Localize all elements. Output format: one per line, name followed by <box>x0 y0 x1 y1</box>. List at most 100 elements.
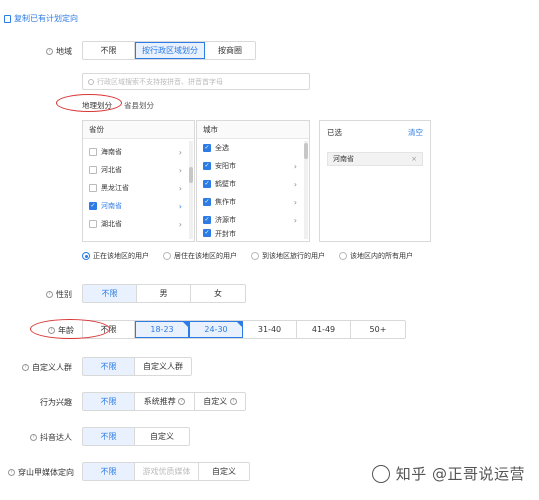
location-mode-traveling[interactable]: 到该地区旅行的用户 <box>251 251 325 261</box>
location-mode-resident[interactable]: 居住在该地区的用户 <box>163 251 237 261</box>
copy-plan-link[interactable]: 复制已有计划定向 <box>4 13 78 24</box>
checkbox-checked[interactable]: ✓ <box>203 198 211 206</box>
age-option-31-40[interactable]: 31-40 <box>243 321 297 338</box>
option-label: 按行政区域划分 <box>142 46 198 55</box>
option-label: 自定义 <box>212 467 236 476</box>
city-item[interactable]: ✓ 安阳市 › <box>197 157 309 175</box>
tab-province-county[interactable]: 省县划分 <box>124 100 154 111</box>
checkbox-checked[interactable]: ✓ <box>203 180 211 188</box>
gender-option-female[interactable]: 女 <box>191 285 245 302</box>
location-mode-all[interactable]: 该地区内的所有用户 <box>339 251 413 261</box>
radio[interactable] <box>251 252 259 260</box>
city-item[interactable]: ✓ 开封市 <box>197 229 309 239</box>
location-mode-in-area[interactable]: 正在该地区的用户 <box>82 251 149 261</box>
option-label: 男 <box>159 289 168 298</box>
city-item[interactable]: ✓ 焦作市 › <box>197 193 309 211</box>
city-scroll-thumb[interactable] <box>304 143 308 159</box>
checkbox[interactable] <box>89 148 97 156</box>
selected-tag-label: 河南省 <box>333 155 354 163</box>
region-option-by-business[interactable]: 按商圈 <box>205 42 255 59</box>
behavior-interest-option-custom[interactable]: 自定义 ? <box>195 393 245 410</box>
close-icon[interactable]: × <box>411 155 417 163</box>
radio-label: 到该地区旅行的用户 <box>262 252 325 260</box>
checkbox-checked[interactable]: ✓ <box>203 162 211 170</box>
province-label: 湖北省 <box>101 220 122 228</box>
custom-audience-options: 不限 自定义人群 <box>82 357 192 376</box>
option-label: 游戏优质媒体 <box>142 467 191 476</box>
clear-button[interactable]: 清空 <box>408 127 423 138</box>
behavior-interest-options: 不限 系统推荐 ? 自定义 ? <box>82 392 246 411</box>
city-item[interactable]: ✓ 济源市 › <box>197 211 309 229</box>
city-item-select-all[interactable]: ✓ 全选 <box>197 139 309 157</box>
province-item[interactable]: 海南省 › <box>83 143 194 161</box>
checkbox[interactable] <box>89 184 97 192</box>
region-search-input[interactable]: 行政区域搜索不支持按拼音、拼音首字母 <box>82 73 310 90</box>
search-icon <box>88 78 94 85</box>
annotation-circle-tab <box>56 94 122 112</box>
age-options: 不限 18-23 24-30 31-40 41-49 50+ <box>82 320 406 339</box>
option-label: 不限 <box>100 397 117 406</box>
city-header: 城市 <box>197 121 309 139</box>
region-option-unlimited[interactable]: 不限 <box>83 42 135 59</box>
zhihu-logo-icon <box>371 464 390 483</box>
behavior-interest-label-wrap: 行为兴趣 <box>10 397 72 408</box>
media-targeting-option-custom[interactable]: 自定义 <box>199 463 249 480</box>
chevron-right-icon: › <box>293 179 297 189</box>
checkbox-checked[interactable]: ✓ <box>203 144 211 152</box>
province-item[interactable]: 河北省 › <box>83 161 194 179</box>
checkbox[interactable] <box>89 220 97 228</box>
help-icon: ? <box>229 398 237 405</box>
media-targeting-option-unlimited[interactable]: 不限 <box>83 463 135 480</box>
location-mode-radios: 正在该地区的用户 居住在该地区的用户 到该地区旅行的用户 该地区内的所有用户 <box>82 251 413 261</box>
checkbox-checked[interactable]: ✓ <box>203 229 211 237</box>
checkbox[interactable] <box>89 166 97 174</box>
media-targeting-options: 不限 游戏优质媒体 自定义 <box>82 462 250 481</box>
chevron-right-icon: › <box>293 161 297 171</box>
custom-audience-option-unlimited[interactable]: 不限 <box>83 358 135 375</box>
province-scroll-thumb[interactable] <box>189 167 193 183</box>
age-option-24-30[interactable]: 24-30 <box>189 321 243 338</box>
selected-corner-mark <box>183 322 188 327</box>
selected-title: 已选 <box>327 128 342 137</box>
chevron-right-icon: › <box>178 165 182 175</box>
checkbox-checked[interactable]: ✓ <box>89 202 97 210</box>
province-item-selected[interactable]: ✓ 河南省 › <box>83 197 194 215</box>
behavior-interest-option-recommended[interactable]: 系统推荐 ? <box>135 393 195 410</box>
douyin-influencer-option-custom[interactable]: 自定义 <box>135 428 189 445</box>
media-targeting-option-quality-game[interactable]: 游戏优质媒体 <box>135 463 199 480</box>
radio-selected[interactable] <box>82 252 90 260</box>
province-item[interactable]: 湖北省 › <box>83 215 194 233</box>
region-label: 地域 <box>56 47 72 56</box>
custom-audience-option-custom[interactable]: 自定义人群 <box>135 358 191 375</box>
douyin-influencer-option-unlimited[interactable]: 不限 <box>83 428 135 445</box>
option-label: 50+ <box>369 325 387 334</box>
radio[interactable] <box>163 252 171 260</box>
province-scrollbar[interactable] <box>189 141 193 239</box>
gender-option-unlimited[interactable]: 不限 <box>83 285 137 302</box>
age-option-18-23[interactable]: 18-23 <box>135 321 189 338</box>
region-label-wrap: ? 地域 <box>40 46 72 57</box>
age-option-50-plus[interactable]: 50+ <box>351 321 405 338</box>
gender-label-wrap: ? 性别 <box>38 289 72 300</box>
chevron-right-icon: › <box>293 197 297 207</box>
custom-audience-label-wrap: ? 自定义人群 <box>10 362 72 373</box>
option-label: 不限 <box>101 289 118 298</box>
watermark-text: 知乎 @正哥说运营 <box>395 465 525 483</box>
region-option-by-admin[interactable]: 按行政区域划分 <box>135 42 205 59</box>
region-options: 不限 按行政区域划分 按商圈 <box>82 41 256 60</box>
city-label: 焦作市 <box>215 198 236 206</box>
age-option-41-49[interactable]: 41-49 <box>297 321 351 338</box>
option-label: 不限 <box>100 362 117 371</box>
radio-label: 居住在该地区的用户 <box>174 252 237 260</box>
gender-option-male[interactable]: 男 <box>137 285 191 302</box>
chevron-right-icon: › <box>178 147 182 157</box>
help-icon: ? <box>8 469 15 476</box>
option-label: 不限 <box>100 432 117 441</box>
annotation-circle-age <box>30 319 110 339</box>
behavior-interest-option-unlimited[interactable]: 不限 <box>83 393 135 410</box>
city-item[interactable]: ✓ 鹤壁市 › <box>197 175 309 193</box>
province-item[interactable]: 黑龙江省 › <box>83 179 194 197</box>
radio[interactable] <box>339 252 347 260</box>
province-label: 黑龙江省 <box>101 184 129 192</box>
checkbox-checked[interactable]: ✓ <box>203 216 211 224</box>
